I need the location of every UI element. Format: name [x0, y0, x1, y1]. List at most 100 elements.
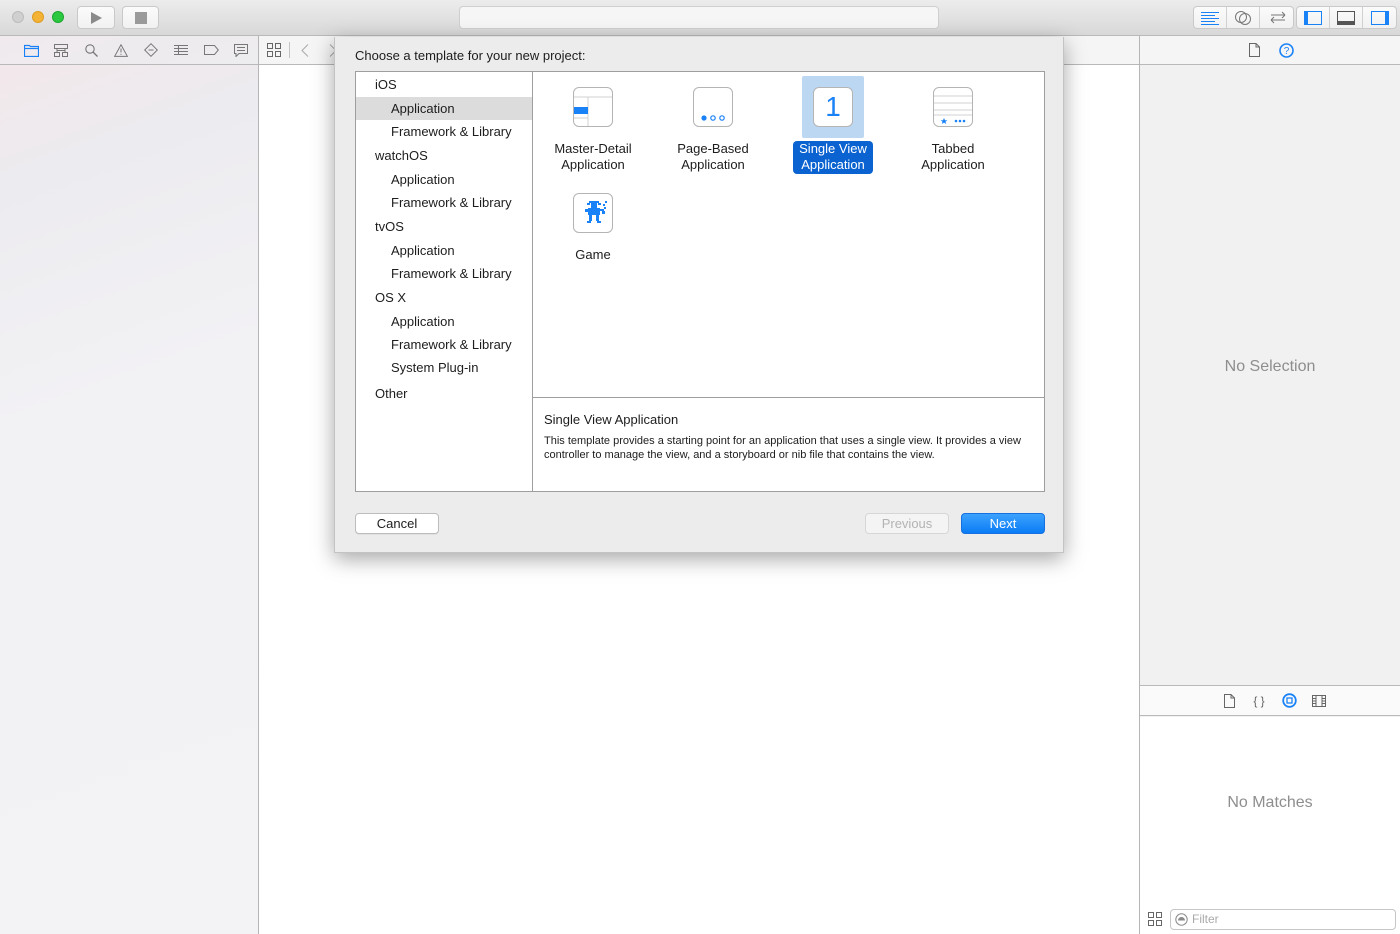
- file-template-library-tab[interactable]: [1221, 693, 1237, 709]
- run-button[interactable]: [77, 6, 115, 29]
- template-label-line1: Game: [575, 247, 611, 262]
- assistant-editor-icon: [1235, 10, 1251, 25]
- category-tvos-application[interactable]: Application: [356, 239, 532, 262]
- zoom-window-button[interactable]: [52, 11, 64, 23]
- template-label: Page-Based Application: [671, 141, 755, 174]
- description-body: This template provides a starting point …: [544, 435, 1021, 461]
- single-view-icon: 1: [813, 87, 853, 127]
- toggle-debug-area-button[interactable]: [1330, 7, 1363, 28]
- template-label-line2: Application: [681, 157, 745, 172]
- category-ios-framework[interactable]: Framework & Library: [356, 120, 532, 143]
- issue-navigator-tab[interactable]: [106, 40, 136, 60]
- toggle-utilities-button[interactable]: [1363, 7, 1396, 28]
- next-button[interactable]: Next: [961, 513, 1045, 534]
- library-selector-bar: { }: [1140, 685, 1400, 716]
- debug-navigator-icon: [174, 45, 188, 55]
- template-icon-wrap: [682, 76, 744, 138]
- jump-bar-divider: [289, 42, 290, 58]
- media-library-tab[interactable]: [1311, 693, 1327, 709]
- cancel-button[interactable]: Cancel: [355, 513, 439, 534]
- category-ios-application[interactable]: Application: [356, 97, 532, 120]
- template-label-line2: Application: [561, 157, 625, 172]
- assistant-editor-button[interactable]: [1227, 7, 1260, 28]
- category-osx-framework[interactable]: Framework & Library: [356, 333, 532, 356]
- grid-view-icon: [1148, 912, 1162, 926]
- navigator-panel: [0, 36, 259, 934]
- template-single-view[interactable]: 1 Single View Application: [773, 76, 893, 174]
- toggle-navigator-button[interactable]: [1297, 7, 1330, 28]
- template-game[interactable]: Game: [533, 182, 653, 264]
- game-icon: [573, 193, 613, 233]
- library-filter-input[interactable]: [1192, 912, 1382, 926]
- svg-text:?: ?: [1283, 46, 1289, 57]
- library-filter-field[interactable]: [1170, 908, 1396, 930]
- template-icon-wrap: [562, 182, 624, 244]
- object-library-tab[interactable]: [1281, 693, 1297, 709]
- template-label-line2: Application: [921, 157, 985, 172]
- related-items-icon: [267, 43, 281, 57]
- no-selection-label: No Selection: [1224, 358, 1316, 375]
- project-navigator-icon: [23, 44, 39, 57]
- category-osx-application[interactable]: Application: [356, 310, 532, 333]
- template-label-line1: Tabbed: [931, 141, 975, 156]
- test-navigator-tab[interactable]: [136, 40, 166, 60]
- grid-view-toggle[interactable]: [1148, 912, 1162, 926]
- category-tvos-framework[interactable]: Framework & Library: [356, 262, 532, 285]
- template-description: Single View Application This template pr…: [533, 399, 1044, 491]
- template-label: Single View Application: [793, 141, 873, 174]
- template-label-line1: Master-Detail: [554, 141, 632, 156]
- file-inspector-icon: [1248, 43, 1260, 57]
- template-icon-wrap: [922, 76, 984, 138]
- object-library-icon: [1281, 693, 1297, 708]
- library-content: No Matches: [1140, 717, 1400, 934]
- play-icon: [91, 11, 102, 24]
- file-inspector-tab[interactable]: [1246, 42, 1262, 58]
- category-osx-system-plugin[interactable]: System Plug-in: [356, 356, 532, 379]
- find-navigator-tab[interactable]: [76, 40, 106, 60]
- page-based-icon: [693, 87, 733, 127]
- template-tabbed[interactable]: Tabbed Application: [893, 76, 1013, 174]
- stop-button[interactable]: [122, 6, 159, 29]
- svg-text:{ }: { }: [1253, 694, 1264, 708]
- back-button[interactable]: [294, 40, 316, 60]
- description-title: Single View Application: [544, 412, 679, 427]
- version-editor-icon: [1270, 11, 1285, 23]
- inspector-selector-bar: ?: [1140, 36, 1400, 65]
- close-window-button[interactable]: [12, 11, 24, 23]
- version-editor-button[interactable]: [1260, 7, 1293, 28]
- category-other[interactable]: Other: [356, 381, 532, 406]
- debug-navigator-tab[interactable]: [166, 40, 196, 60]
- template-chooser: iOS Application Framework & Library watc…: [355, 71, 1045, 492]
- category-header-ios: iOS: [375, 77, 397, 92]
- single-view-glyph: 1: [825, 91, 841, 122]
- debug-area-icon: [1337, 10, 1355, 25]
- minimize-window-button[interactable]: [32, 11, 44, 23]
- template-label: Master-Detail Application: [548, 141, 637, 174]
- activity-viewer: [459, 6, 939, 29]
- template-label-line1: Single View: [799, 141, 867, 156]
- previous-button[interactable]: Previous: [865, 513, 949, 534]
- template-label: Game: [569, 247, 616, 264]
- symbol-navigator-tab[interactable]: [46, 40, 76, 60]
- navigator-selector-bar: [0, 36, 258, 65]
- project-navigator-tab[interactable]: [16, 40, 46, 60]
- template-icon-wrap: 1: [802, 76, 864, 138]
- category-watchos-application[interactable]: Application: [356, 168, 532, 191]
- quick-help-tab[interactable]: ?: [1278, 42, 1294, 58]
- category-list: iOS Application Framework & Library watc…: [356, 72, 533, 491]
- window-toolbar: [0, 0, 1400, 36]
- stop-icon: [134, 11, 147, 24]
- report-navigator-icon: [234, 43, 248, 57]
- report-navigator-tab[interactable]: [226, 40, 256, 60]
- category-watchos-framework[interactable]: Framework & Library: [356, 191, 532, 214]
- code-snippet-library-tab[interactable]: { }: [1251, 693, 1267, 709]
- template-page-based[interactable]: Page-Based Application: [653, 76, 773, 174]
- standard-editor-button[interactable]: [1194, 7, 1227, 28]
- breakpoint-navigator-tab[interactable]: [196, 40, 226, 60]
- template-master-detail[interactable]: Master-Detail Application: [533, 76, 653, 174]
- library-filter-row: [1140, 904, 1400, 934]
- utilities-panel-icon: [1370, 10, 1389, 25]
- related-items-button[interactable]: [263, 40, 285, 60]
- category-header-tvos: tvOS: [375, 219, 404, 234]
- tabbed-icon: [933, 87, 973, 127]
